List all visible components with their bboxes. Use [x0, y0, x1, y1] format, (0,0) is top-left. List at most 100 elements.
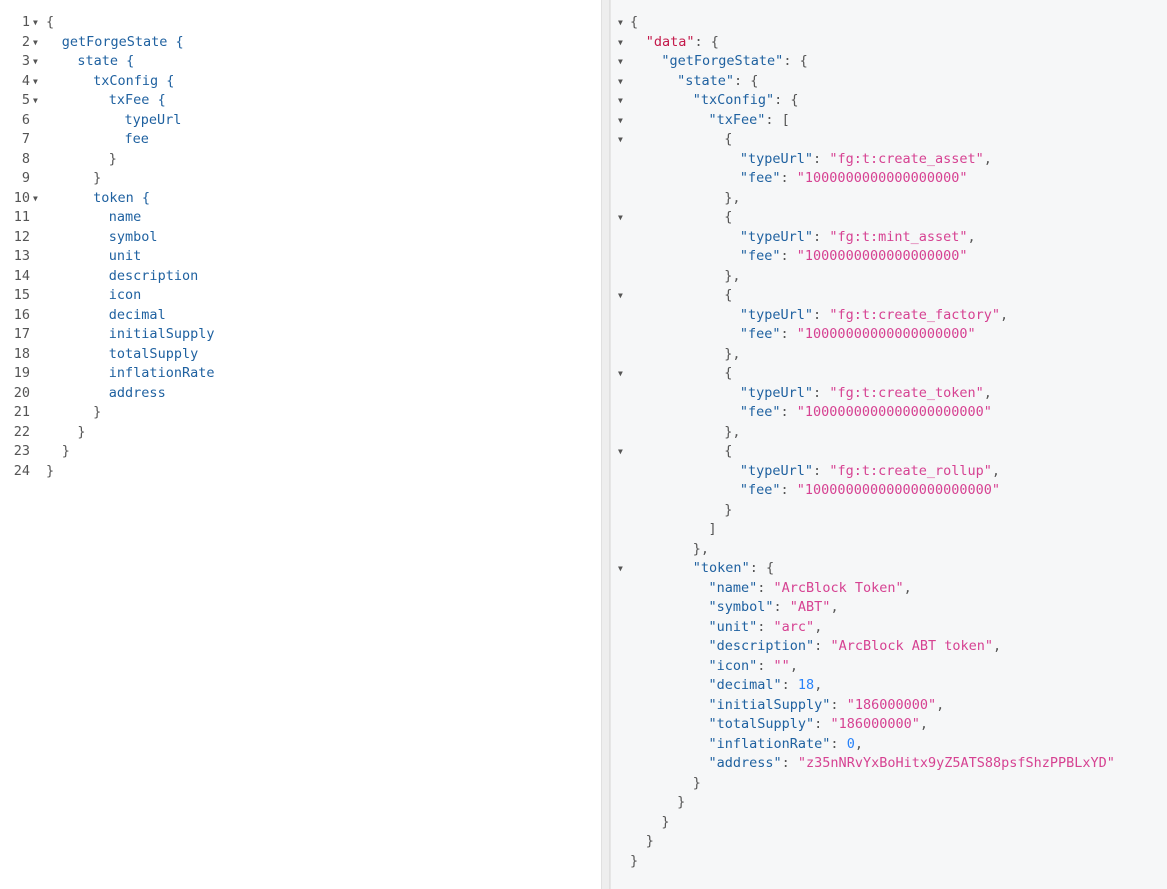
json-token-punc: },	[724, 345, 741, 362]
query-line[interactable]: 4 ▼ txConfig {	[0, 72, 590, 92]
caret-down-icon[interactable]: ▼	[33, 72, 38, 92]
query-line[interactable]: 15 icon	[0, 286, 590, 306]
caret-down-icon[interactable]: ▼	[618, 91, 623, 111]
caret-down-icon[interactable]: ▼	[33, 33, 38, 53]
query-line[interactable]: 8}	[0, 150, 590, 170]
result-line: },	[611, 189, 1161, 209]
caret-down-icon[interactable]: ▼	[618, 286, 623, 306]
caret-down-icon[interactable]: ▼	[618, 52, 623, 72]
query-line[interactable]: 6 typeUrl	[0, 111, 590, 131]
result-line: },	[611, 267, 1161, 287]
query-line[interactable]: 22}	[0, 423, 590, 443]
query-line[interactable]: 18 totalSupply	[0, 345, 590, 365]
query-code: }	[61, 443, 70, 459]
query-code: unit	[108, 248, 142, 264]
json-token-punc: : {	[749, 560, 775, 576]
caret-down-icon[interactable]: ▼	[33, 52, 38, 72]
json-token-str: "10000000000000000000"	[796, 326, 976, 342]
query-line[interactable]: 24}	[0, 462, 590, 482]
query-line[interactable]: 20 address	[0, 384, 590, 404]
query-line[interactable]: 1 ▼ {	[0, 13, 590, 33]
result-code: }	[661, 813, 669, 833]
query-line[interactable]: 7 fee	[0, 130, 590, 150]
json-token-punc: ,	[814, 677, 823, 693]
query-code: name	[108, 209, 142, 225]
json-token-punc: }	[692, 774, 701, 791]
query-line[interactable]: 9}	[0, 169, 590, 189]
result-line: ▼ "txConfig": {	[611, 91, 1161, 111]
result-line: ▼{	[611, 13, 1161, 33]
result-code: "typeUrl": "fg:t:mint_asset",	[740, 228, 976, 248]
result-code: }	[724, 501, 732, 521]
json-token-punc: :	[830, 735, 847, 752]
query-line[interactable]: 16 decimal	[0, 306, 590, 326]
caret-down-icon[interactable]: ▼	[33, 189, 38, 209]
result-code: "getForgeState": {	[661, 52, 807, 72]
json-token-key: "address"	[708, 755, 782, 771]
caret-down-icon[interactable]: ▼	[33, 13, 38, 33]
result-line: "fee": "1000000000000000000000"	[611, 403, 1161, 423]
json-token-punc: },	[724, 423, 741, 440]
caret-down-icon[interactable]: ▼	[618, 208, 623, 228]
caret-down-icon[interactable]: ▼	[618, 13, 623, 33]
json-token-str: "fg:t:create_rollup"	[829, 462, 992, 479]
caret-down-icon[interactable]: ▼	[618, 130, 623, 150]
json-token-punc: :	[813, 384, 830, 401]
query-line[interactable]: 13 unit	[0, 247, 590, 267]
json-token-str: "z35nNRvYxBoHitx9yZ5ATS88psfShzPPBLxYD"	[797, 755, 1115, 771]
result-code: "txFee": [	[709, 111, 790, 131]
query-line[interactable]: 17 initialSupply	[0, 325, 590, 345]
result-code: "typeUrl": "fg:t:create_factory",	[740, 306, 1008, 326]
line-number: 21	[13, 404, 30, 420]
query-editor[interactable]: 1 ▼{2 ▼ getForgeState {3 ▼ state {4 ▼ txConfig …	[0, 0, 601, 889]
pane-resize-handle[interactable]	[601, 0, 610, 889]
caret-down-icon[interactable]: ▼	[618, 111, 623, 131]
result-line: "symbol": "ABT",	[611, 598, 1161, 618]
result-viewer[interactable]: ▼{▼ "data": {▼ "getForgeState": {▼ "state":…	[610, 0, 1167, 889]
json-token-num: 18	[797, 677, 815, 693]
result-code: }	[630, 852, 638, 872]
query-line[interactable]: 5 ▼ txFee {	[0, 91, 590, 111]
query-line[interactable]: 21}	[0, 403, 590, 423]
query-code: state {	[77, 53, 135, 69]
result-code: "symbol": "ABT",	[709, 598, 839, 618]
json-token-punc: {	[724, 443, 733, 459]
result-code: ]	[709, 520, 717, 540]
result-code: {	[724, 442, 732, 462]
result-line: }	[611, 774, 1161, 794]
query-line[interactable]: 2 ▼ getForgeState {	[0, 33, 590, 53]
json-token-key: "symbol"	[708, 599, 774, 615]
caret-down-icon[interactable]: ▼	[618, 364, 623, 384]
query-line[interactable]: 12 symbol	[0, 228, 590, 248]
result-code: "name": "ArcBlock Token",	[709, 579, 912, 599]
json-token-punc: }	[645, 833, 654, 849]
caret-down-icon[interactable]: ▼	[618, 442, 623, 462]
query-line[interactable]: 19 inflationRate	[0, 364, 590, 384]
result-code: },	[724, 423, 740, 443]
result-code: "fee": "10000000000000000000"	[740, 325, 976, 345]
line-number: 1	[21, 14, 30, 30]
query-code: }	[108, 150, 117, 167]
line-number: 14	[13, 267, 30, 284]
result-code: "fee": "1000000000000000000000"	[740, 403, 992, 423]
caret-down-icon[interactable]: ▼	[618, 72, 623, 92]
result-line: "fee": "10000000000000000000000"	[611, 481, 1161, 501]
result-code: "description": "ArcBlock ABT token",	[709, 637, 1002, 657]
query-line[interactable]: 10 ▼ token {	[0, 189, 590, 209]
json-token-key: "icon"	[708, 657, 758, 674]
caret-down-icon[interactable]: ▼	[33, 91, 38, 111]
query-line[interactable]: 23}	[0, 442, 590, 462]
json-token-punc: {	[724, 131, 733, 147]
json-token-key: "typeUrl"	[739, 384, 814, 401]
result-line: "decimal": 18,	[611, 676, 1161, 696]
json-token-punc: }	[677, 794, 686, 810]
query-line[interactable]: 11 name	[0, 208, 590, 228]
json-token-str: "1000000000000000000"	[796, 248, 968, 264]
json-token-key: "state"	[677, 72, 734, 89]
query-line[interactable]: 14 description	[0, 267, 590, 287]
json-token-punc: {	[724, 209, 733, 225]
result-code: "decimal": 18,	[709, 676, 823, 696]
query-line[interactable]: 3 ▼ state {	[0, 52, 590, 72]
caret-down-icon[interactable]: ▼	[618, 559, 623, 579]
caret-down-icon[interactable]: ▼	[618, 33, 623, 53]
